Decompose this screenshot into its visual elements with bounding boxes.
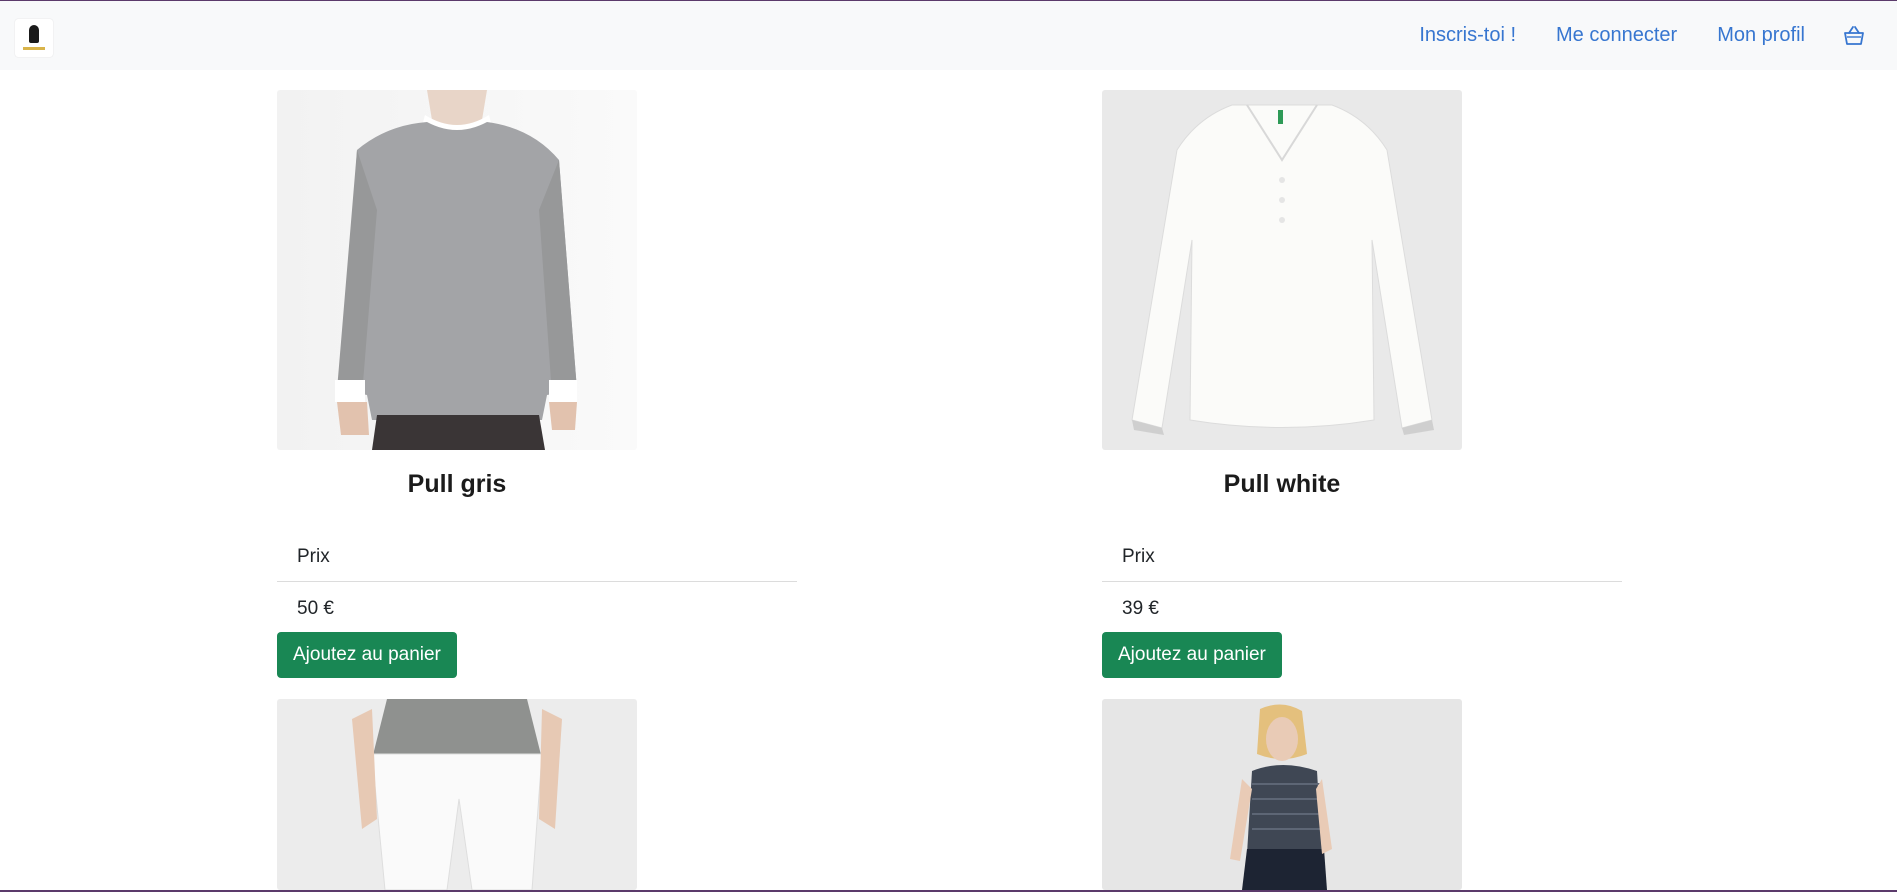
add-to-cart-button[interactable]: Ajoutez au panier	[1102, 632, 1282, 678]
price-value: 50 €	[297, 598, 334, 619]
nav-profile-link[interactable]: Mon profil	[1717, 24, 1805, 47]
price-label: Prix	[297, 546, 330, 567]
price-label: Prix	[1122, 546, 1155, 567]
navbar: Inscris-toi ! Me connecter Mon profil	[0, 1, 1897, 70]
product-image[interactable]	[1102, 699, 1462, 890]
product-card: Pull gris Prix 50 € Ajoutez au panier	[277, 90, 797, 680]
logo-figure	[29, 25, 39, 43]
product-name[interactable]: Pull white	[1102, 470, 1462, 499]
basket-icon[interactable]	[1843, 25, 1865, 47]
product-card: Pull white Prix 39 € Ajoutez au panier	[1102, 90, 1622, 680]
product-image[interactable]	[1102, 90, 1462, 450]
nav-links: Inscris-toi ! Me connecter Mon profil	[1379, 1, 1897, 70]
product-name[interactable]: Pull gris	[277, 470, 637, 499]
divider	[277, 581, 797, 582]
nav-signup-link[interactable]: Inscris-toi !	[1419, 24, 1516, 47]
add-to-cart-button[interactable]: Ajoutez au panier	[277, 632, 457, 678]
brand-logo[interactable]	[15, 19, 53, 57]
product-image[interactable]	[277, 699, 637, 890]
logo-tagline	[23, 47, 45, 50]
nav-login-link[interactable]: Me connecter	[1556, 24, 1677, 47]
product-image[interactable]	[277, 90, 637, 450]
divider	[1102, 581, 1622, 582]
price-value: 39 €	[1122, 598, 1159, 619]
